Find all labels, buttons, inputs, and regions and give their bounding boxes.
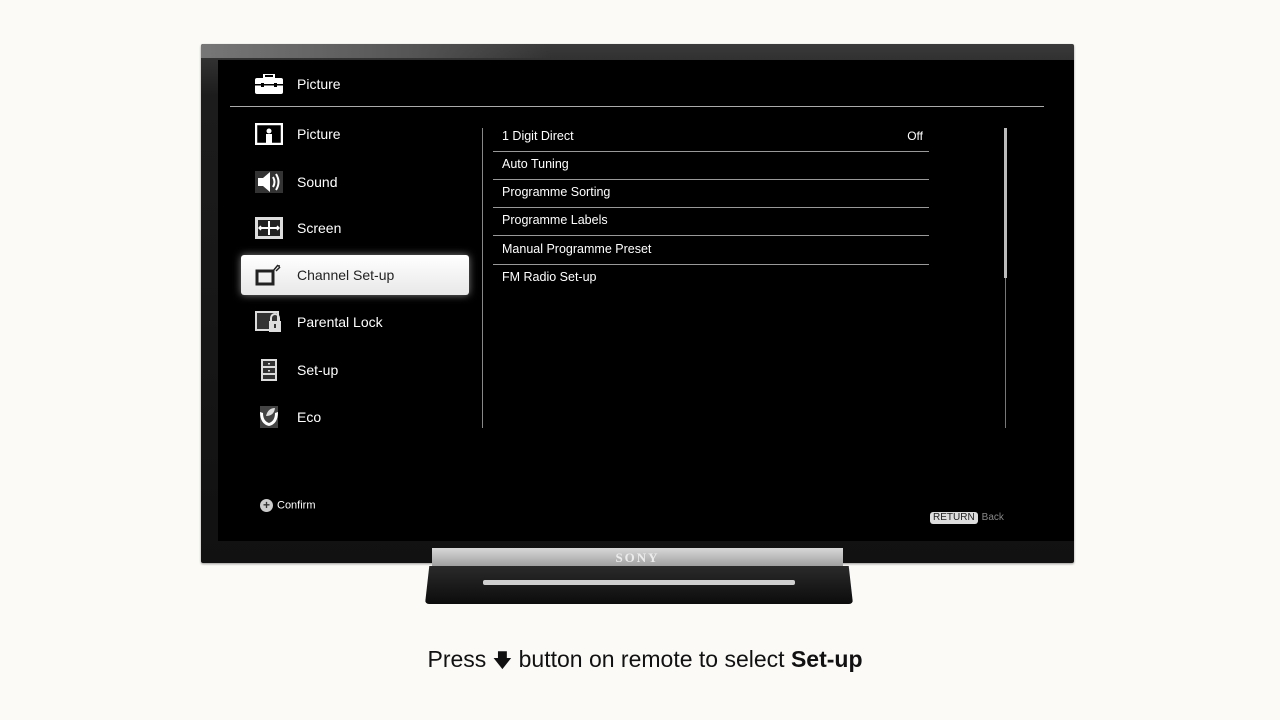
nav-item-channel-setup[interactable]: Channel Set-up — [241, 255, 469, 295]
tv-stand-base — [425, 566, 853, 604]
channel-antenna-icon — [255, 264, 283, 286]
row-label: Auto Tuning — [502, 157, 569, 171]
row-label: 1 Digit Direct — [502, 129, 574, 143]
nav-item-label: Parental Lock — [297, 314, 383, 330]
back-label: Back — [981, 512, 1004, 523]
screen-icon — [255, 217, 283, 239]
confirm-hint: + Confirm — [260, 499, 316, 512]
nav-item-picture[interactable]: Picture — [241, 114, 469, 154]
submenu-row-fm-radio-setup[interactable]: FM Radio Set-up — [493, 265, 929, 292]
submenu-row-auto-tuning[interactable]: Auto Tuning — [493, 152, 929, 180]
menu-header-title: Picture — [297, 76, 341, 92]
picture-icon — [254, 122, 284, 146]
instruction-caption: Press 🡇 button on remote to select Set-u… — [0, 646, 1280, 679]
tv-stand-bar: SONY — [432, 548, 843, 568]
submenu-row-programme-sorting[interactable]: Programme Sorting — [493, 180, 929, 208]
nav-item-label: Picture — [297, 126, 341, 142]
nav-item-eco[interactable]: Eco — [241, 397, 469, 437]
caption-middle: button on remote to select — [518, 646, 785, 672]
nav-item-label: Screen — [297, 220, 342, 236]
row-label: Programme Labels — [502, 213, 608, 227]
bezel-highlight — [201, 44, 551, 58]
confirm-label: Confirm — [277, 499, 316, 512]
scrollbar-thumb[interactable] — [1004, 128, 1007, 278]
tv-stand-slot — [483, 580, 795, 585]
brand-logo: SONY — [615, 550, 660, 565]
nav-item-parental-lock[interactable]: Parental Lock — [241, 302, 469, 342]
plus-circle-icon: + — [260, 499, 273, 512]
row-value: Off — [907, 129, 923, 143]
cabinet-icon — [255, 359, 283, 381]
panel-divider — [482, 128, 483, 428]
row-label: FM Radio Set-up — [502, 270, 597, 284]
caption-prefix: Press — [427, 646, 487, 672]
caption-target: Set-up — [790, 646, 863, 672]
toolbox-icon — [255, 73, 283, 94]
submenu-row-1-digit-direct[interactable]: 1 Digit Direct Off — [493, 124, 929, 152]
row-label: Programme Sorting — [502, 185, 611, 199]
submenu-row-manual-programme-preset[interactable]: Manual Programme Preset — [493, 237, 929, 265]
lock-icon — [255, 311, 283, 333]
nav-item-label: Eco — [297, 409, 322, 425]
nav-item-label: Set-up — [297, 362, 339, 378]
row-label: Manual Programme Preset — [502, 242, 652, 256]
submenu-row-programme-labels[interactable]: Programme Labels — [493, 208, 929, 236]
speaker-icon — [255, 171, 283, 193]
nav-item-label: Sound — [297, 174, 338, 190]
nav-item-sound[interactable]: Sound — [241, 162, 469, 202]
menu-header: Picture — [230, 62, 1044, 107]
nav-item-set-up[interactable]: Set-up — [241, 350, 469, 390]
nav-item-screen[interactable]: Screen — [241, 208, 469, 248]
down-arrow-icon: 🡇 — [492, 651, 513, 672]
eco-leaf-icon — [255, 406, 283, 428]
return-hint: RETURN Back — [930, 512, 1004, 524]
return-badge: RETURN — [930, 512, 978, 524]
nav-item-label: Channel Set-up — [297, 267, 395, 283]
